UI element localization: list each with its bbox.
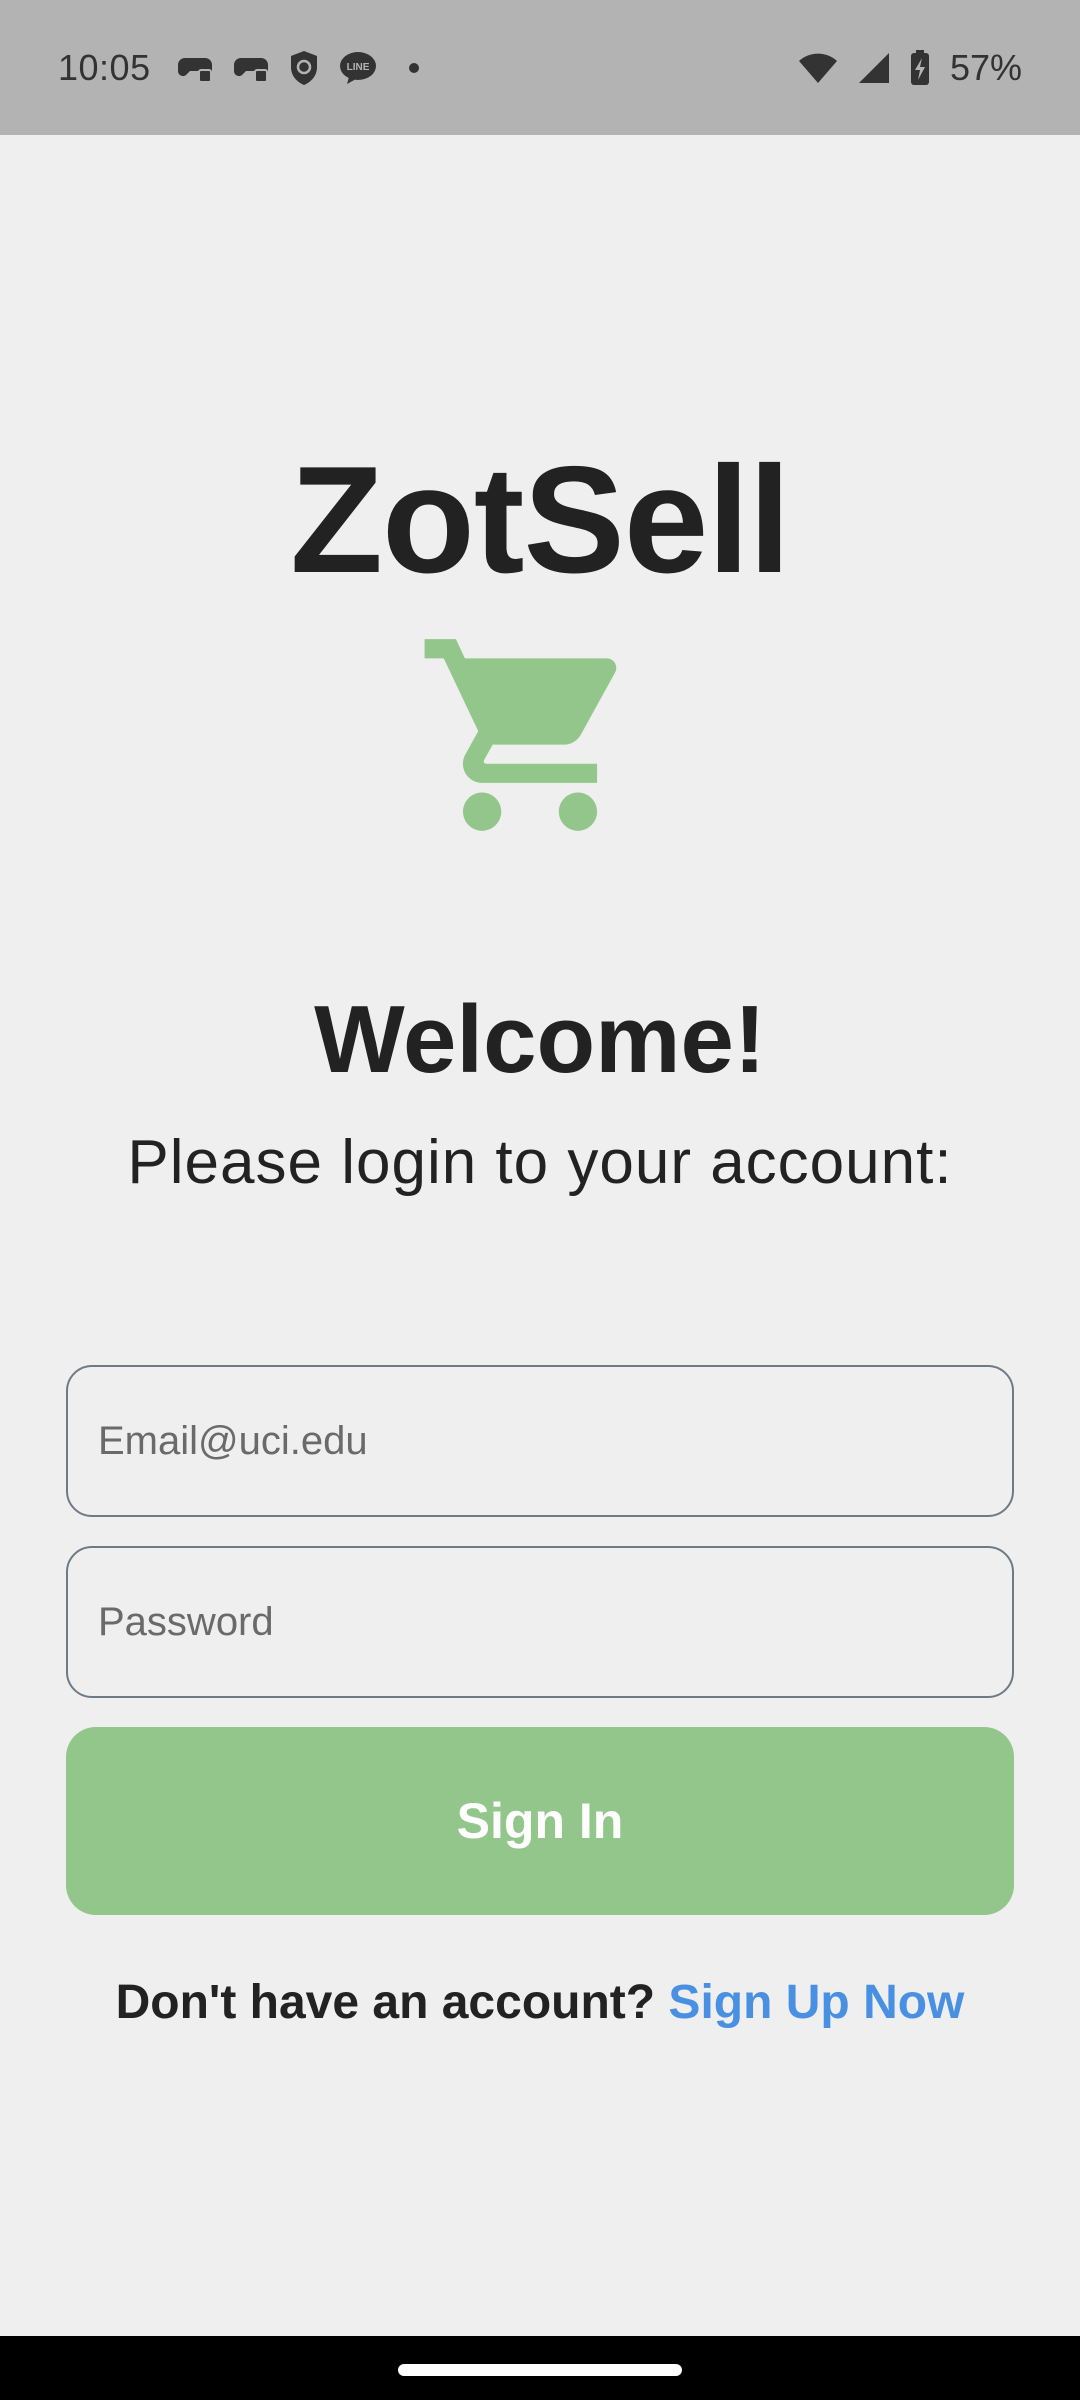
sign-in-button[interactable]: Sign In	[66, 1727, 1014, 1915]
svg-text:LINE: LINE	[346, 62, 369, 73]
password-field[interactable]	[66, 1546, 1014, 1698]
battery-charging-icon	[910, 49, 930, 86]
shopping-cart-icon	[424, 639, 617, 831]
game-controller-icon	[233, 52, 269, 84]
status-bar: 10:05 LINE 57%	[0, 0, 1080, 135]
login-subtitle: Please login to your account:	[127, 1128, 953, 1197]
email-field[interactable]	[66, 1365, 1014, 1517]
battery-percent: 57%	[949, 46, 1022, 88]
signup-row: Don't have an account? Sign Up Now	[0, 1975, 1080, 2030]
game-controller-icon	[177, 52, 213, 84]
status-time: 10:05	[58, 46, 151, 88]
signup-prompt: Don't have an account?	[115, 1976, 669, 2029]
more-notifications-dot	[408, 62, 419, 73]
status-right: 57%	[788, 47, 1022, 89]
sign-up-link[interactable]: Sign Up Now	[668, 1976, 964, 2029]
line-chat-icon: LINE	[339, 51, 377, 85]
app-title: ZotSell	[290, 435, 791, 605]
home-indicator[interactable]	[398, 2364, 682, 2376]
status-left: 10:05 LINE	[58, 47, 419, 89]
wifi-icon	[798, 52, 838, 84]
login-screen: 10:05 LINE 57% ZotSell Welcome! Please l…	[0, 0, 1080, 2400]
welcome-heading: Welcome!	[314, 986, 766, 1093]
shield-icon	[289, 50, 319, 86]
cell-signal-icon	[858, 52, 890, 84]
